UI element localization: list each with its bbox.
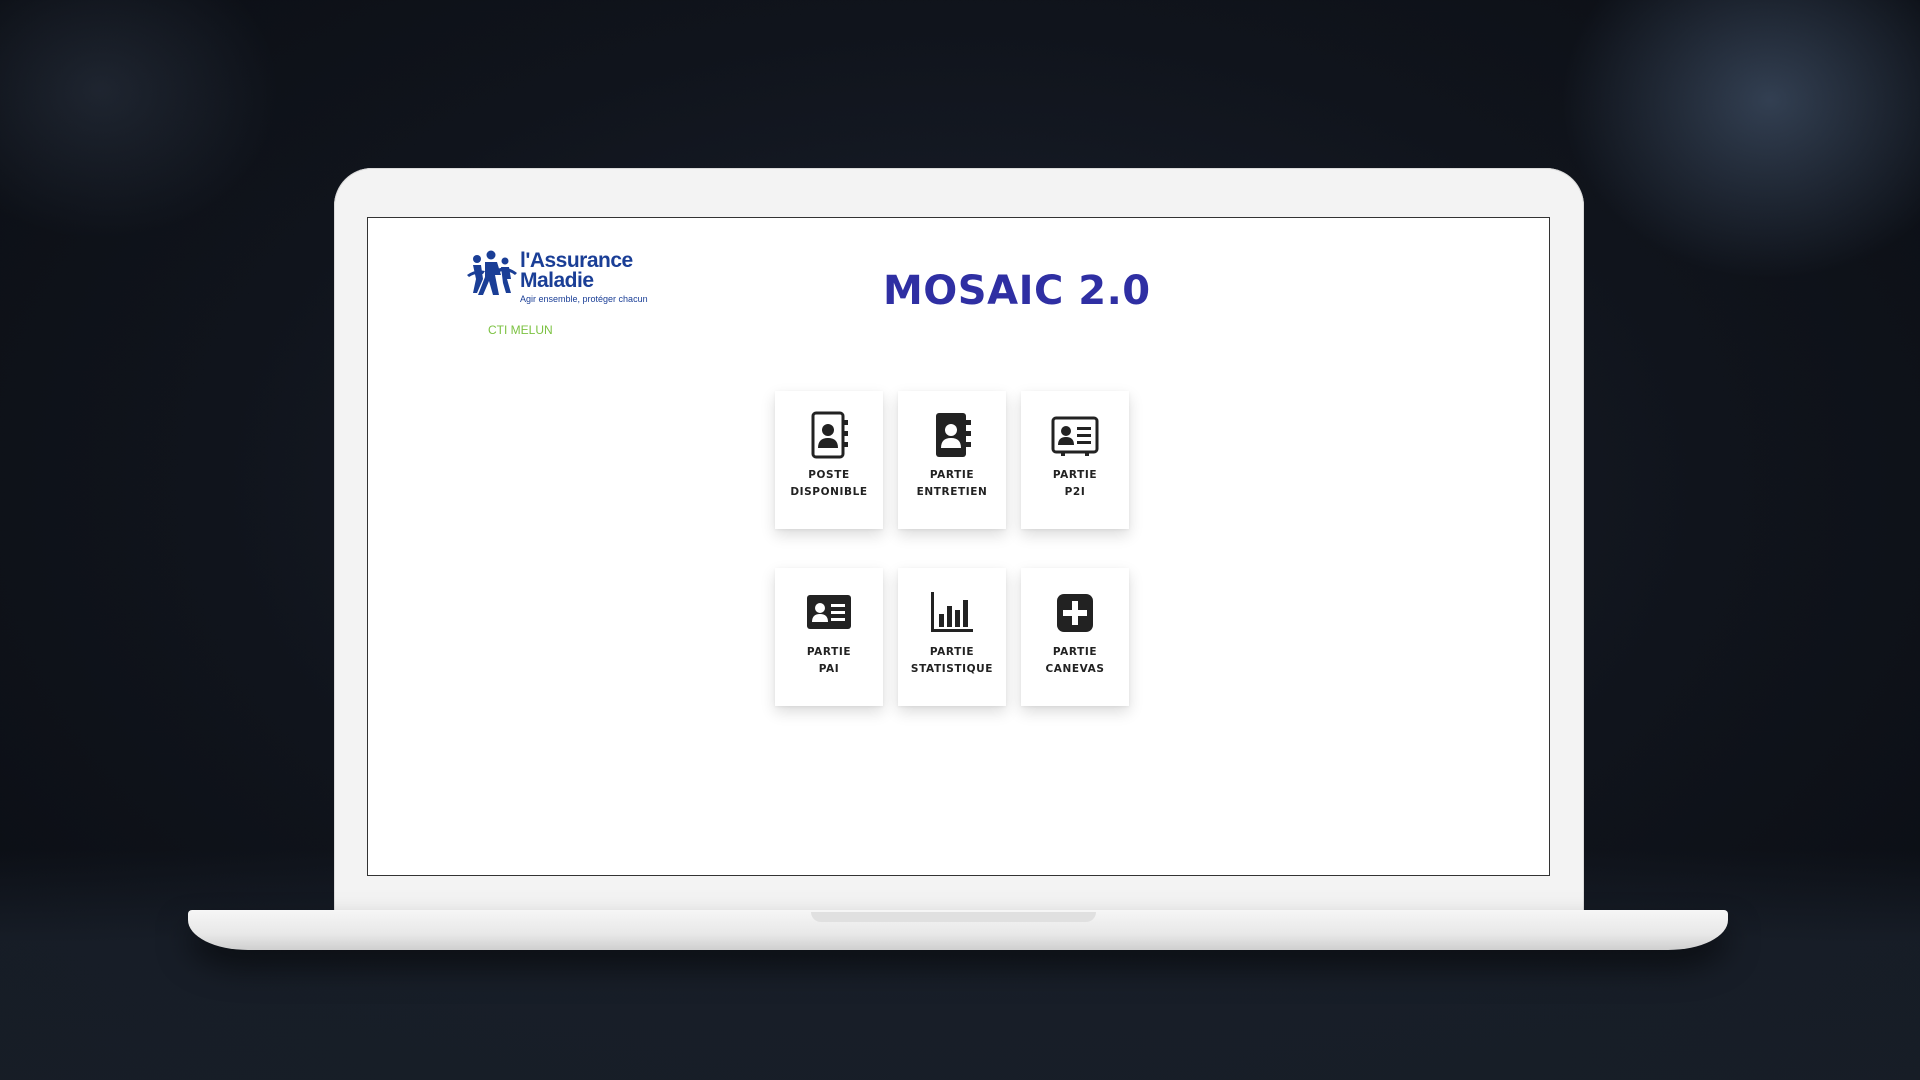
contact-book-filled-icon: [936, 413, 971, 457]
assurance-maladie-logo[interactable]: l'Assurance Maladie Agir ensemble, proté…: [465, 245, 648, 325]
tile-partie-canevas[interactable]: PARTIE CANEVAS: [1021, 568, 1129, 706]
brand-name-line2: Maladie: [520, 269, 594, 292]
tile-partie-statistique[interactable]: PARTIE STATISTIQUE: [898, 568, 1006, 706]
id-card-icon: [1051, 416, 1099, 456]
site-label: CTI MELUN: [488, 323, 553, 337]
plus-square-icon: [1057, 594, 1093, 632]
tile-partie-p2i[interactable]: PARTIE P2I: [1021, 391, 1129, 529]
bar-chart-icon: [931, 592, 973, 632]
tile-label: PARTIE PAI: [806, 646, 852, 675]
contact-book-icon: [811, 411, 848, 459]
laptop-screen: l'Assurance Maladie Agir ensemble, proté…: [367, 217, 1550, 876]
tile-partie-pai[interactable]: PARTIE PAI: [775, 568, 883, 706]
background-glow-left: [0, 0, 280, 240]
tile-label: PARTIE P2I: [1052, 469, 1098, 498]
app-title: MOSAIC 2.0: [883, 268, 1151, 314]
tile-label: PARTIE ENTRETIEN: [916, 469, 988, 498]
background-glow-right: [1560, 0, 1920, 280]
people-logo-icon: [467, 250, 517, 295]
tile-partie-entretien[interactable]: PARTIE ENTRETIEN: [898, 391, 1006, 529]
tile-label: PARTIE CANEVAS: [1045, 646, 1105, 675]
tile-label: PARTIE STATISTIQUE: [910, 646, 994, 675]
id-card-filled-icon: [807, 595, 851, 629]
tile-poste-disponible[interactable]: POSTE DISPONIBLE: [775, 391, 883, 529]
tile-label: POSTE DISPONIBLE: [790, 469, 868, 498]
brand-tagline: Agir ensemble, protéger chacun: [520, 294, 648, 304]
laptop-notch: [811, 912, 1096, 922]
